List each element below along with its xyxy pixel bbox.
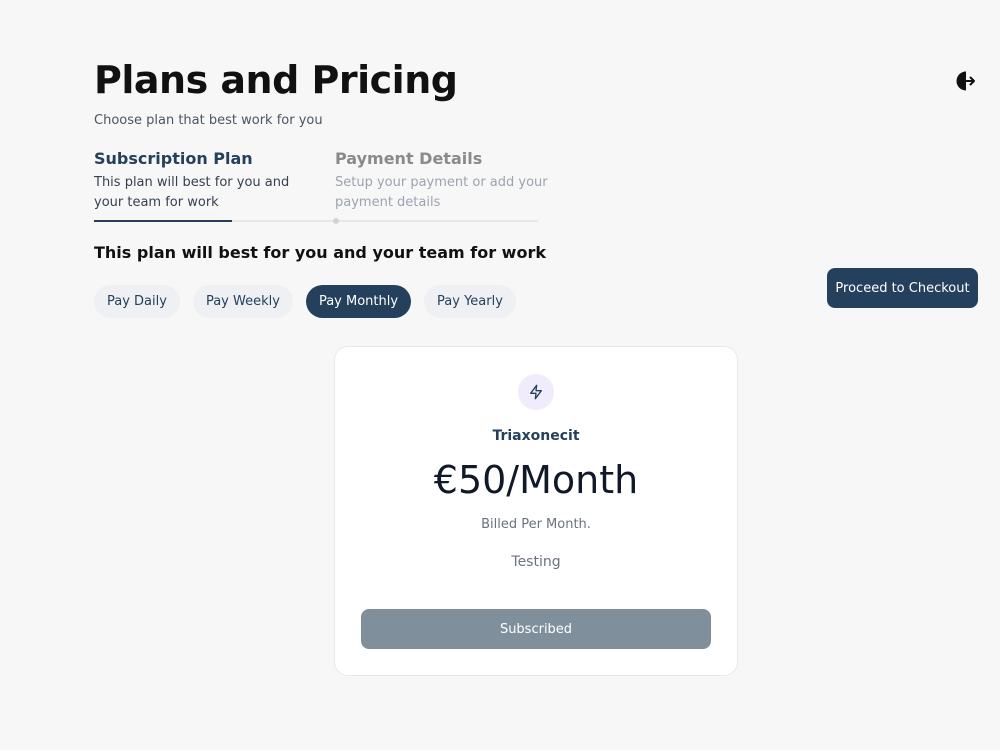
billing-frequency-tabs: Pay Daily Pay Weekly Pay Monthly Pay Yea…: [94, 285, 516, 318]
plan-description: Testing: [511, 554, 561, 570]
plan-stepper: Subscription Plan This plan will best fo…: [94, 149, 548, 224]
step-title: Subscription Plan: [94, 149, 253, 168]
page-subtitle: Choose plan that best work for you: [94, 113, 323, 128]
step-description: Setup your payment or add your payment d…: [335, 175, 548, 210]
tab-pay-daily[interactable]: Pay Daily: [94, 285, 180, 318]
proceed-to-checkout-button[interactable]: Proceed to Checkout: [827, 268, 978, 308]
tab-pay-yearly[interactable]: Pay Yearly: [424, 285, 516, 318]
section-heading: This plan will best for you and your tea…: [94, 243, 546, 262]
plan-card: Triaxonecit €50/Month Billed Per Month. …: [334, 346, 738, 676]
plan-billing-note: Billed Per Month.: [481, 517, 591, 532]
subscribed-button[interactable]: Subscribed: [361, 609, 711, 649]
plan-name: Triaxonecit: [492, 428, 580, 444]
stepper-dot: [333, 218, 339, 224]
lightning-bolt-icon: [518, 374, 554, 410]
page-title: Plans and Pricing: [94, 58, 458, 102]
step-payment-details[interactable]: Payment Details Setup your payment or ad…: [335, 149, 560, 213]
stepper-progress: [94, 220, 232, 222]
step-title: Payment Details: [335, 149, 483, 168]
step-description: This plan will best for you and your tea…: [94, 175, 290, 210]
stepper-track: [94, 220, 538, 222]
plan-price: €50/Month: [433, 458, 639, 502]
tab-pay-monthly[interactable]: Pay Monthly: [305, 285, 412, 318]
tab-pay-weekly[interactable]: Pay Weekly: [192, 285, 293, 318]
step-subscription-plan[interactable]: Subscription Plan This plan will best fo…: [94, 149, 319, 213]
logout-icon[interactable]: [953, 69, 977, 93]
